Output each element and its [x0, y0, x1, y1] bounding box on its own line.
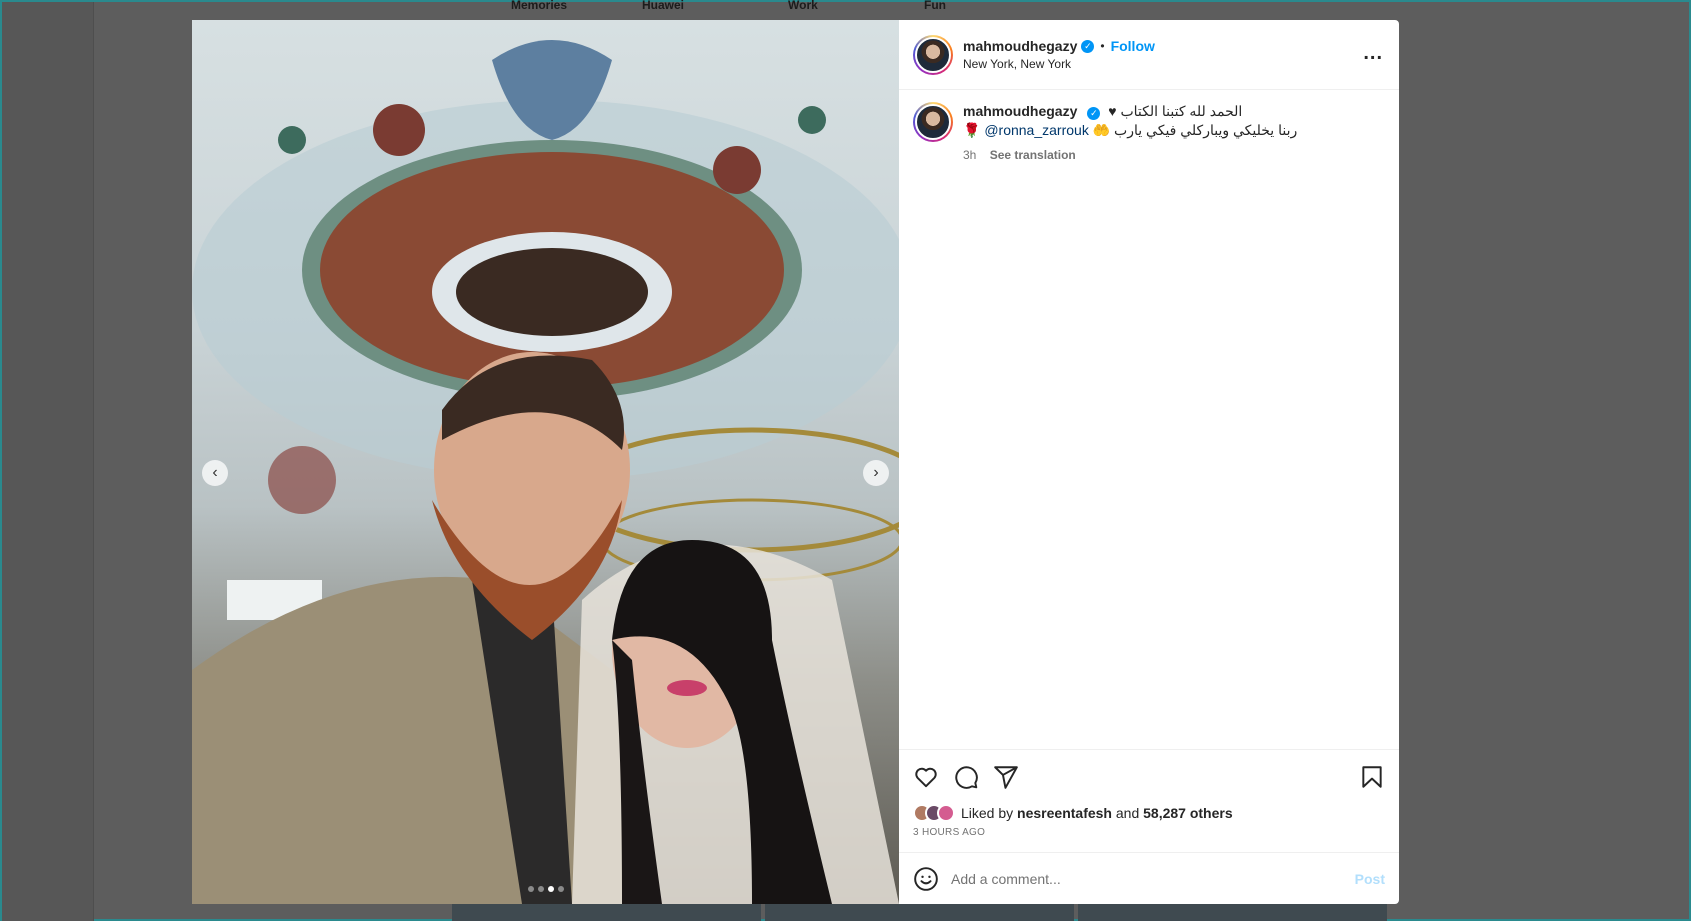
- rose-emoji-icon: 🌹: [963, 122, 981, 138]
- verified-icon: ✓: [1081, 39, 1095, 53]
- background-nav-item: Huawei: [642, 0, 685, 12]
- username-link[interactable]: mahmoudhegazy: [963, 38, 1077, 54]
- background-nav: Memories Huawei Work Fun: [2, 0, 1691, 14]
- avatar[interactable]: [913, 102, 953, 142]
- share-icon[interactable]: [993, 764, 1019, 790]
- carousel-dot: [538, 886, 544, 892]
- background-thumbnails: [452, 902, 1387, 921]
- liker-avatars: [913, 804, 955, 822]
- carousel-dot: [528, 886, 534, 892]
- follow-button[interactable]: Follow: [1111, 38, 1155, 54]
- likes-summary: Liked by nesreentafesh and 58,287 others: [913, 804, 1385, 822]
- background-sidebar: [2, 2, 94, 921]
- background-nav-item: Memories: [511, 0, 568, 12]
- post-header: mahmoudhegazy ✓ • Follow New York, New Y…: [899, 20, 1399, 90]
- post-timestamp: 3 HOURS AGO: [913, 827, 986, 838]
- carousel-dot-active: [548, 886, 554, 892]
- post-modal: ‹ › mahmoudhegazy ✓ • Follow New York, N…: [192, 20, 1399, 904]
- action-bar: Liked by nesreentafesh and 58,287 others…: [899, 749, 1399, 838]
- verified-icon: ✓: [1087, 107, 1101, 120]
- comment-icon[interactable]: [953, 764, 979, 790]
- mention-link[interactable]: @ronna_zarrouk: [984, 122, 1089, 138]
- likes-count-link[interactable]: 58,287 others: [1143, 805, 1233, 821]
- comments-section: mahmoudhegazy ✓ الحمد لله كتبنا الكتاب ♥ …: [899, 90, 1399, 749]
- add-comment-bar: Post: [899, 852, 1399, 904]
- background-nav-item: Work: [788, 0, 818, 12]
- emoji-icon[interactable]: [913, 866, 939, 892]
- caption: mahmoudhegazy ✓ الحمد لله كتبنا الكتاب ♥ …: [913, 102, 1385, 165]
- chevron-left-icon[interactable]: ‹: [202, 460, 228, 486]
- caption-text-line1: الحمد لله كتبنا الكتاب ♥: [1108, 103, 1243, 119]
- post-media[interactable]: ‹ ›: [192, 20, 899, 904]
- location-link[interactable]: New York, New York: [963, 57, 1155, 71]
- see-translation-button[interactable]: See translation: [990, 148, 1076, 162]
- comment-input[interactable]: [951, 870, 1355, 887]
- more-icon[interactable]: ...: [1363, 42, 1383, 65]
- carousel-dot: [558, 886, 564, 892]
- separator-dot: •: [1100, 39, 1105, 53]
- post-time: 3h: [963, 148, 977, 162]
- bookmark-icon[interactable]: [1359, 764, 1385, 790]
- post-comment-button[interactable]: Post: [1355, 871, 1385, 887]
- chevron-right-icon[interactable]: ›: [863, 460, 889, 486]
- liked-by-and: and: [1115, 805, 1140, 821]
- post-photo: [192, 40, 899, 904]
- background-nav-item: Fun: [924, 0, 946, 12]
- caption-username-link[interactable]: mahmoudhegazy: [963, 103, 1077, 119]
- liked-by-prefix: Liked by: [961, 805, 1014, 821]
- avatar[interactable]: [913, 34, 953, 75]
- hug-emoji-icon: 🤲: [1092, 122, 1111, 138]
- post-sidebar: mahmoudhegazy ✓ • Follow New York, New Y…: [899, 20, 1399, 904]
- caption-text-line2: ربنا يخليكي ويباركلي فيكي يارب: [1114, 122, 1298, 138]
- heart-icon[interactable]: [913, 764, 939, 790]
- liked-by-user-link[interactable]: nesreentafesh: [1017, 805, 1112, 821]
- carousel-indicator: [528, 886, 564, 892]
